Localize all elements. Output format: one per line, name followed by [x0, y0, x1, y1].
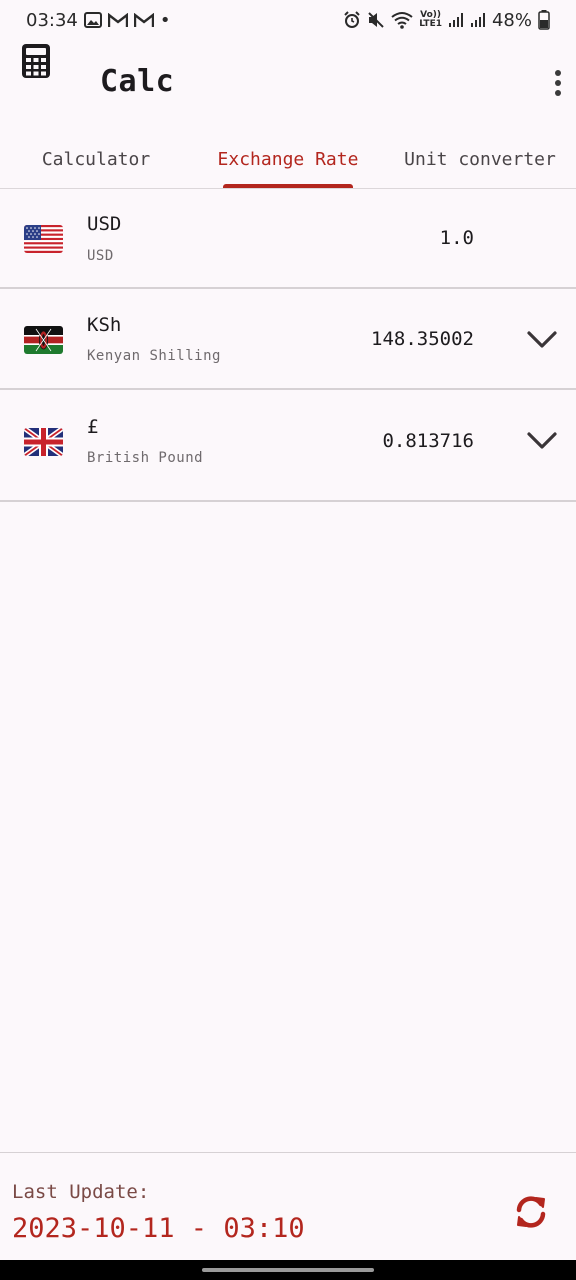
tab-unit-converter[interactable]: Unit converter	[384, 130, 576, 188]
app-title: Calc	[100, 64, 175, 99]
alarm-icon	[343, 11, 361, 29]
currency-name: USD	[87, 248, 114, 264]
chevron-down-icon[interactable]	[526, 431, 558, 451]
tab-bar: Calculator Exchange Rate Unit converter	[0, 130, 576, 189]
calculator-icon	[22, 44, 50, 78]
last-update-value: 2023-10-11 - 03:10	[12, 1213, 305, 1244]
gallery-icon	[83, 12, 102, 28]
gmail-icon	[107, 12, 128, 28]
kenya-flag-icon	[24, 326, 63, 354]
currency-symbol: £	[87, 416, 99, 438]
currency-row-usd[interactable]: USD USD 1.0	[0, 189, 576, 289]
footer: Last Update: 2023-10-11 - 03:10	[0, 1152, 576, 1260]
last-update-label: Last Update:	[12, 1181, 150, 1203]
currency-value[interactable]: 148.35002	[371, 328, 474, 350]
status-bar: 03:34 • Vo)) LTE1 48%	[0, 0, 576, 40]
refresh-icon[interactable]	[512, 1193, 550, 1231]
more-vert-icon[interactable]	[548, 70, 568, 96]
lte-label: LTE1	[419, 19, 442, 29]
battery-icon	[538, 10, 550, 30]
currency-value[interactable]: 0.813716	[382, 430, 474, 452]
status-time: 03:34	[26, 9, 78, 31]
tab-calculator[interactable]: Calculator	[0, 130, 192, 188]
volte-icon: Vo)) LTE1	[419, 11, 442, 29]
gmail-icon	[133, 12, 154, 28]
notification-dot: •	[159, 9, 171, 31]
signal-icon	[470, 12, 486, 28]
currency-value[interactable]: 1.0	[440, 227, 474, 249]
us-flag-icon	[24, 225, 63, 253]
tab-exchange-rate[interactable]: Exchange Rate	[192, 130, 384, 188]
status-right: Vo)) LTE1 48%	[343, 10, 550, 31]
currency-row-gbp[interactable]: £ British Pound 0.813716	[0, 390, 576, 502]
currency-name: British Pound	[87, 450, 204, 466]
signal-icon	[448, 12, 464, 28]
currency-row-ksh[interactable]: KSh Kenyan Shilling 148.35002	[0, 289, 576, 390]
system-nav-bar	[0, 1260, 576, 1280]
status-left: 03:34 •	[26, 10, 171, 31]
chevron-down-icon[interactable]	[526, 330, 558, 350]
uk-flag-icon	[24, 428, 63, 456]
currency-symbol: USD	[87, 213, 122, 235]
currency-symbol: KSh	[87, 314, 122, 336]
home-gesture-handle[interactable]	[202, 1268, 374, 1272]
tab-indicator	[223, 184, 353, 188]
mute-icon	[367, 11, 385, 29]
battery-percent: 48%	[491, 9, 532, 31]
currency-name: Kenyan Shilling	[87, 348, 221, 364]
wifi-icon	[391, 11, 413, 29]
app-bar: Calc	[0, 40, 576, 130]
